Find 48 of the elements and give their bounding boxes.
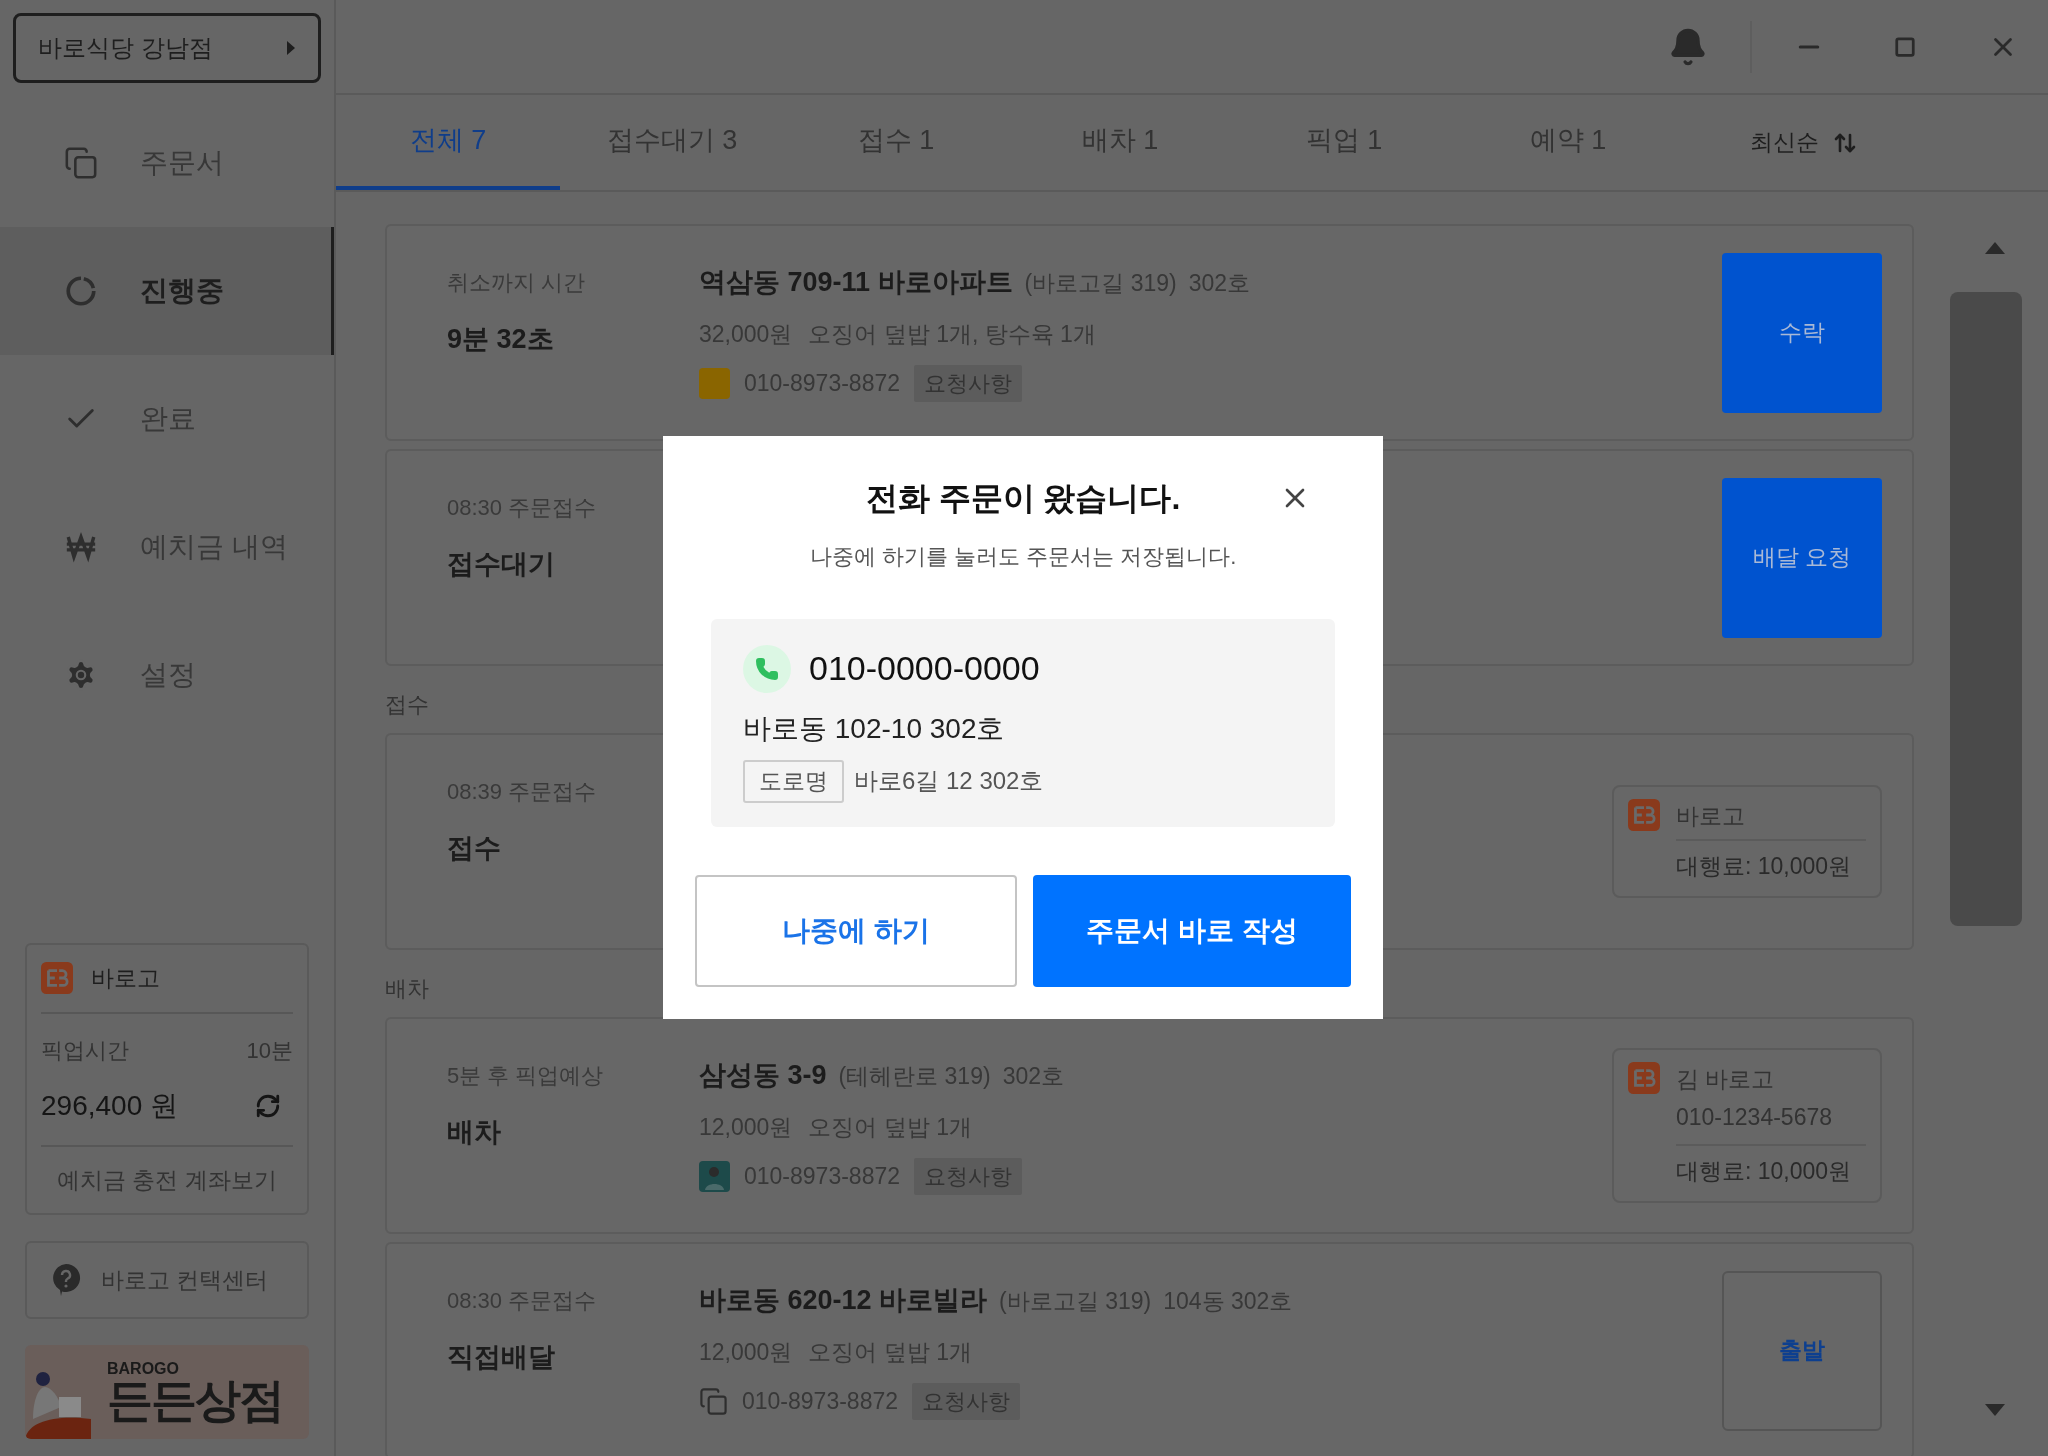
later-button[interactable]: 나중에 하기 — [695, 874, 1017, 987]
banner-brand: BAROGO — [107, 1361, 180, 1377]
create-order-button[interactable]: 주문서 바로 작성 — [1033, 874, 1351, 987]
notification-bell-icon[interactable] — [1668, 26, 1708, 67]
filter-tab[interactable]: 전체 7 — [336, 95, 560, 190]
nav-item[interactable]: 진행중 — [0, 227, 334, 355]
order-status: 9분 32초 — [447, 323, 555, 356]
logo-icon — [41, 962, 73, 995]
road-address: 바로6길 12 302호 — [854, 766, 1044, 797]
rider-avatar-icon — [699, 1161, 730, 1192]
logo-icon — [1628, 799, 1660, 832]
scroll-up-icon[interactable] — [1985, 242, 2005, 254]
store-logo-icon — [699, 368, 730, 399]
brand-name: 바로고 — [91, 964, 160, 993]
progress-ring-icon — [64, 274, 98, 308]
copy-icon — [699, 1387, 728, 1416]
delivery-fee: 대행료: 10,000원 — [1676, 853, 1852, 880]
action-button[interactable]: 출발 — [1722, 1270, 1882, 1431]
order-status: 배차 — [447, 1116, 502, 1149]
promo-banner[interactable]: BAROGO 든든상점 — [25, 1345, 309, 1439]
won-icon — [64, 530, 98, 564]
dialog-title: 전화 주문이 왔습니다. — [865, 479, 1181, 518]
road-name-tag: 도로명 — [743, 760, 844, 803]
order-status: 접수 — [447, 832, 502, 865]
caret-icon — [286, 40, 296, 56]
action-button[interactable]: 수락 — [1722, 252, 1882, 413]
store-selector[interactable]: 바로식당 강남점 — [13, 13, 321, 83]
order-status: 접수대기 — [447, 548, 556, 581]
refresh-icon[interactable] — [255, 1092, 281, 1119]
copy-icon — [64, 146, 98, 180]
scrollbar-thumb[interactable] — [1950, 292, 2022, 926]
order-address: 삼성동 3-9 — [699, 1059, 827, 1092]
maximize-icon[interactable] — [1894, 35, 1916, 58]
delivery-fee: 대행료: 10,000원 — [1676, 1158, 1852, 1185]
caller-phone: 010-0000-0000 — [809, 648, 1040, 689]
sort-button[interactable]: 최신순 — [1750, 95, 1857, 190]
dialog-subtitle: 나중에 하기를 눌러도 주문서는 저장됩니다. — [809, 543, 1237, 571]
logo-icon — [1628, 1062, 1660, 1095]
order-address: 역삼동 709-11 바로아파트 — [699, 266, 1013, 299]
caller-address: 바로동 102-10 302호 — [743, 712, 1006, 746]
action-button[interactable]: 배달 요청 — [1722, 477, 1882, 638]
order-address: 바로동 620-12 바로빌라 — [699, 1284, 988, 1317]
help-icon — [51, 1263, 81, 1297]
deposit-balance: 296,400 원 — [41, 1088, 178, 1123]
scroll-down-icon[interactable] — [1985, 1404, 2005, 1416]
order-status: 직접배달 — [447, 1341, 556, 1374]
banner-title: 든든상점 — [107, 1377, 283, 1423]
phone-icon — [743, 644, 791, 693]
